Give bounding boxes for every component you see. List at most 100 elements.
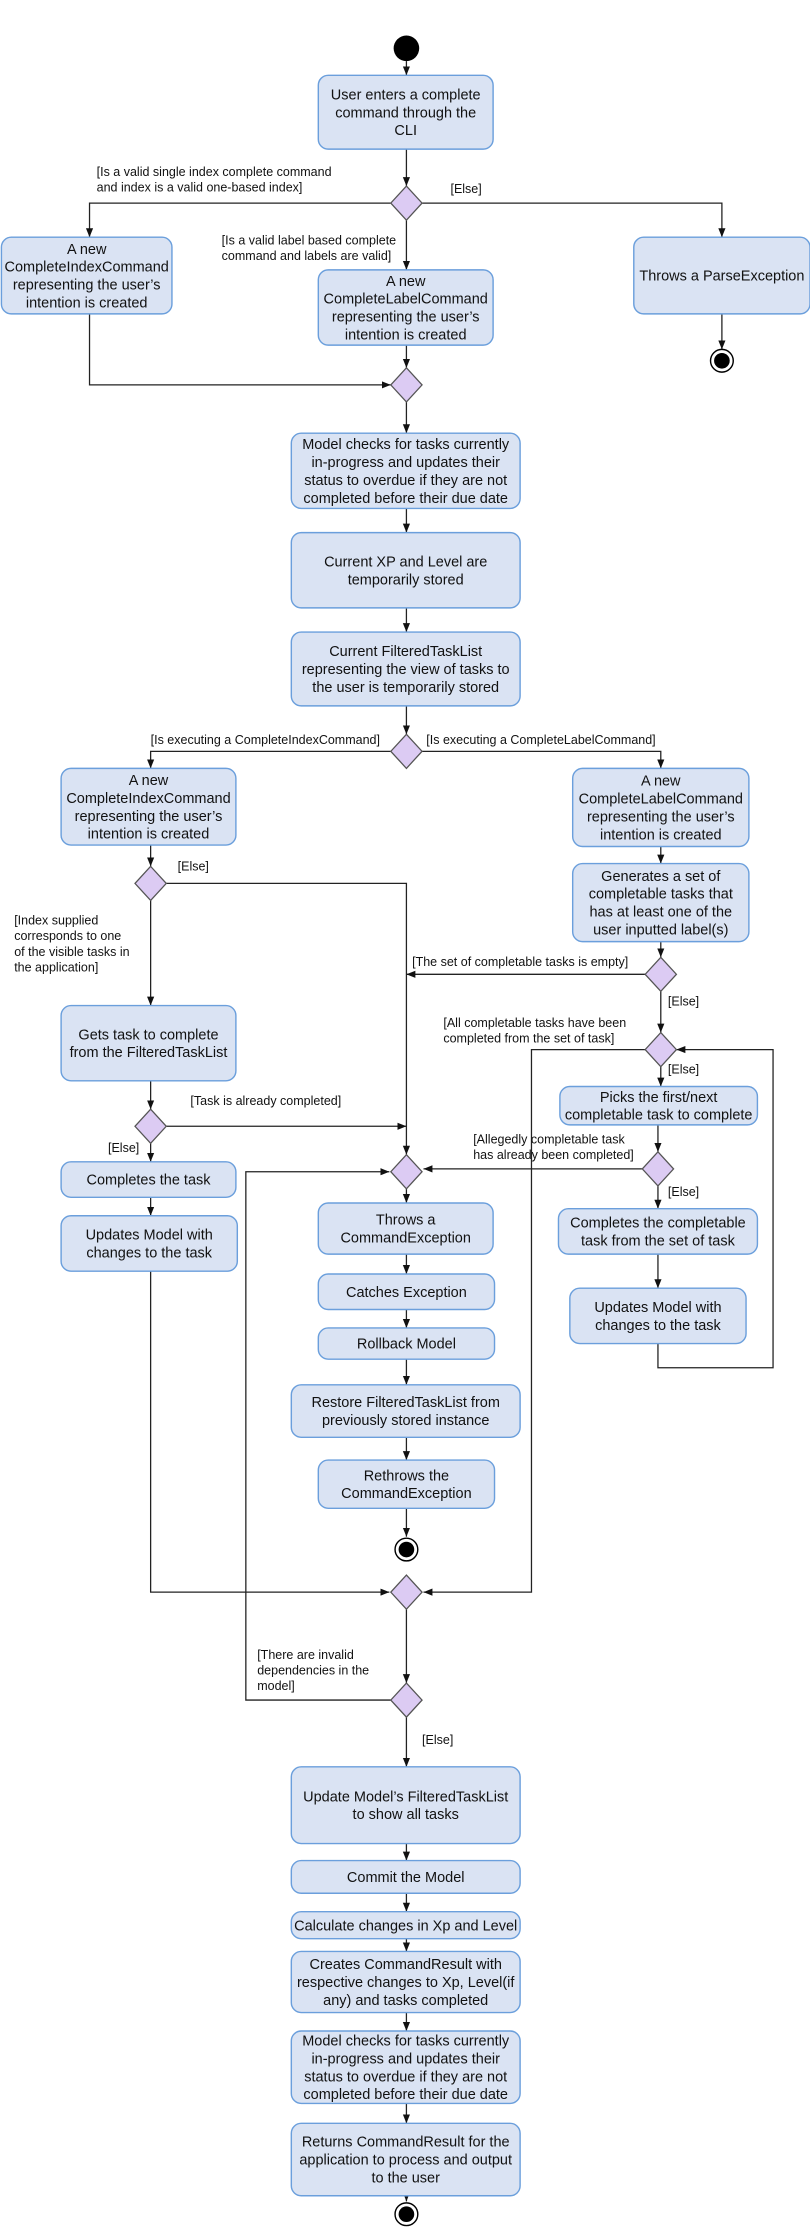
flow-arrow [85,202,391,238]
decision-node [389,733,423,770]
guard-index-valid: corresponds to one [14,929,121,943]
action-text: Model checks for tasks currently [302,2033,510,2049]
guard-parse-else: [Else] [450,182,481,196]
action-text: CommandException [340,1231,470,1247]
action-text: Completes the task [86,1173,211,1189]
guard-valid-index: [Is a valid single index complete comman… [97,165,332,179]
guard-loop-else: [Else] [668,1063,699,1077]
action-text: Rollback Model [357,1337,456,1353]
flow-arrow [422,202,726,238]
end-node [394,1537,419,1562]
action-text: previously stored instance [322,1413,490,1429]
decision-node [389,185,423,222]
action-text: Calculate changes in Xp and Level [294,1918,517,1934]
action-calc-xp: Calculate changes in Xp and Level [290,1910,521,1940]
action-text: Current FilteredTaskList [329,644,482,660]
action-restore-list: Restore FilteredTaskList from previously … [290,1384,521,1439]
action-new-index-cmd-1: A new CompleteIndexCommand representing th… [0,236,173,315]
action-text: user inputted label(s) [593,923,728,939]
action-text: to the user [371,2171,440,2187]
action-text: status to overdue if they are not [304,2069,507,2085]
action-text: CLI [394,123,417,139]
guard-exec-label: [Is executing a CompleteLabelCommand] [426,733,655,747]
action-text: representing the user’s [13,278,161,294]
action-update-filtered: Update Model’s FilteredTaskList to show a… [290,1766,521,1845]
action-text: A new [129,773,169,789]
guard-completed-else: [Else] [108,1141,139,1155]
action-updates-model-right: Updates Model with changes to the task [569,1287,747,1345]
action-text: task from the set of task [581,1233,736,1249]
guard-valid-label: command and labels are valid] [222,249,392,263]
decision-node [134,1108,168,1145]
action-text: changes to the task [595,1318,721,1334]
flow-arrow [422,750,665,769]
guard-set-else: [Else] [668,995,699,1009]
action-text: A new [67,242,107,258]
action-commit: Commit the Model [290,1859,521,1894]
action-gets-task: Gets task to complete from the FilteredTa… [60,1004,237,1082]
start-node [393,35,420,62]
action-returns-result: Returns CommandResult for the application… [290,2122,521,2197]
guard-alleg-else: [Else] [668,1185,699,1199]
guard-allegedly: has already been completed] [473,1148,634,1162]
action-text: application to process and output [299,2153,512,2169]
guard-invalid-deps: dependencies in the [257,1664,369,1678]
action-text: Updates Model with [594,1300,721,1316]
action-text: completable tasks that [589,887,733,903]
action-text: intention is created [345,327,467,343]
action-text: representing the view of tasks to [302,662,510,678]
action-model-checks-1: Model checks for tasks currently in-progr… [290,432,521,510]
decision-node [389,1153,423,1190]
action-text: Commit the Model [347,1870,465,1886]
action-new-label-cmd-2: A new CompleteLabelCommandrepresenting th… [571,767,750,848]
action-text: User enters a complete [331,87,481,103]
guard-already-completed: [Task is already completed] [190,1094,341,1108]
action-text: Current XP and Level are [324,554,487,570]
action-user-enters: User enters a complete command through th… [317,74,494,150]
decision-node [389,1574,423,1611]
action-text: the user is temporarily stored [312,680,499,696]
action-text: CompleteLabelCommand [324,292,488,308]
action-new-label-cmd-1: A new CompleteLabelCommand representing th… [317,269,494,346]
action-throws-parse: Throws a ParseException [633,236,810,315]
action-text: any) and tasks completed [323,1993,488,2009]
action-text: from the FilteredTaskList [70,1045,228,1061]
guard-all-done: completed from the set of task] [443,1031,614,1045]
action-store-xp: Current XP and Level are temporarily stor… [290,531,521,609]
guard-index-else: [Else] [178,860,209,874]
guard-exec-index: [Is executing a CompleteIndexCommand] [151,733,380,747]
action-text: Creates CommandResult with [309,1957,501,1973]
action-completes-task: Completes the task [60,1161,237,1199]
guard-index-valid: the application] [14,960,98,974]
action-catches-ex: Catches Exception [317,1273,496,1311]
guard-index-valid: [Index supplied [14,914,98,928]
action-text: representing the user’s [587,809,735,825]
action-text: Returns CommandResult for the [302,2135,510,2151]
end-node [709,348,734,373]
decision-node [389,366,423,403]
guard-all-done: [All completable tasks have been [443,1016,626,1030]
guard-index-valid: of the visible tasks in [14,945,129,959]
action-text: A new [641,774,681,790]
action-text: in-progress and updates their [311,455,500,471]
action-text: CompleteIndexCommand [66,791,230,807]
action-text: Rethrows the [364,1468,449,1484]
action-text: Picks the first/next [600,1090,718,1106]
action-updates-model-left: Updates Model with changes to the task [60,1215,239,1272]
action-text: CommandException [341,1486,471,1502]
guard-set-empty: [The set of completable tasks is empty] [412,955,628,969]
action-text: Throws a ParseException [639,269,804,285]
action-text: Catches Exception [346,1285,467,1301]
decision-node [644,956,678,993]
action-generates-set: Generates a set of completable tasks that… [571,862,750,943]
action-throws-command-ex: Throws a CommandException [317,1202,494,1255]
action-text: Completes the completable [570,1216,746,1232]
end-node [394,2202,419,2227]
action-text: Updates Model with [86,1228,213,1244]
action-creates-result: Creates CommandResult with respective cha… [290,1950,521,2014]
action-text: Model checks for tasks currently [302,437,510,453]
guard-invalid-deps: model] [257,1679,295,1693]
guard-final-else: [Else] [422,1733,453,1747]
action-text: Gets task to complete [78,1027,218,1043]
guard-allegedly: [Allegedly completable task [473,1132,625,1146]
